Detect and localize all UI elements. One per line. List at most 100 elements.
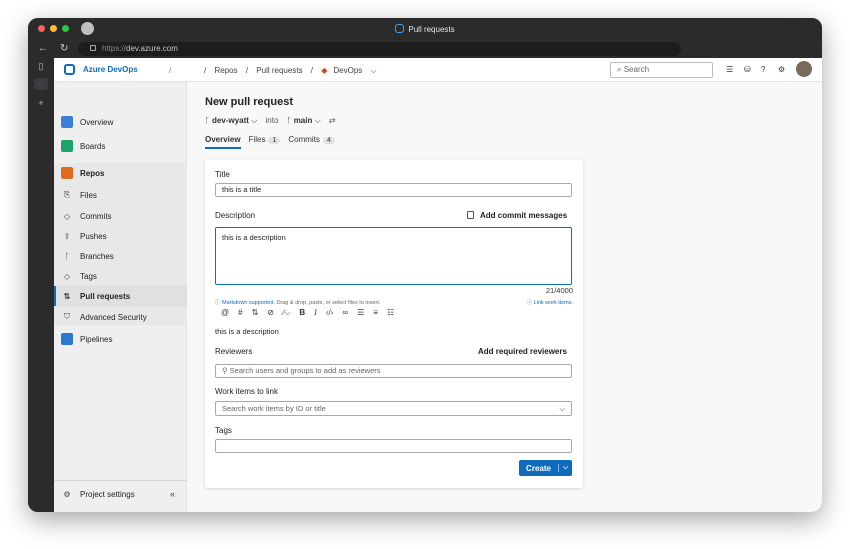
numbered-list-icon[interactable]: ≡ xyxy=(373,308,378,318)
sidebar-item-pull-requests[interactable]: ⇅ Pull requests xyxy=(54,286,187,306)
azure-devops-app: Azure DevOps / / Repos / Pull requests /… xyxy=(54,58,822,512)
breadcrumb-separator: / xyxy=(245,66,249,75)
description-preview: this is a description xyxy=(215,327,279,336)
reviewers-label: Reviewers xyxy=(215,347,253,356)
italic-icon[interactable]: I xyxy=(314,308,317,318)
work-items-select[interactable]: Search work items by ID or title ⌵ xyxy=(215,401,572,416)
highlight-icon[interactable]: ∕⌵ xyxy=(283,308,290,318)
reviewers-search-input[interactable]: ⚲ Search users and groups to add as revi… xyxy=(215,364,572,378)
sidebar-item-pushes[interactable]: ⇪ Pushes xyxy=(54,226,187,246)
org-link[interactable]: Azure DevOps xyxy=(64,64,138,75)
address-row: ← ↻ https://dev.azure.com xyxy=(28,40,822,58)
pr-form-card: Title this is a title Description Add co… xyxy=(205,160,583,488)
markdown-hint: ⓘ Markdown supported. Drag & drop, paste… xyxy=(215,300,381,306)
search-input[interactable]: ⌕ Search xyxy=(610,62,713,78)
checklist-icon[interactable]: ☷ xyxy=(387,308,394,318)
branch-icon: ᚴ xyxy=(286,116,292,125)
pull-request-icon: ⇅ xyxy=(63,291,71,301)
collapse-sidebar-icon[interactable]: « xyxy=(170,489,175,499)
gear-icon: ⚙ xyxy=(63,489,71,499)
swap-branches-icon[interactable]: ⇄ xyxy=(329,116,336,125)
pull-request-link-icon[interactable]: ⇅ xyxy=(252,308,259,318)
repos-group: Repos ⎘ Files ◇ Commits ⇪ Pushes ᚴ Branches … xyxy=(54,163,187,325)
repos-icon xyxy=(61,167,73,179)
link-work-items-link[interactable]: ⓘ Link work items. xyxy=(527,298,573,306)
breadcrumb-separator: / xyxy=(169,66,172,75)
user-avatar[interactable] xyxy=(796,61,812,77)
source-branch-dropdown[interactable]: dev-wyatt xyxy=(212,116,249,125)
breadcrumb-repos[interactable]: Repos xyxy=(214,66,237,75)
new-tab-icon[interactable]: + xyxy=(34,98,48,110)
branches-icon: ᚴ xyxy=(64,251,70,261)
overview-icon xyxy=(61,116,73,128)
sidebar-item-commits[interactable]: ◇ Commits xyxy=(54,206,187,226)
sidebar-item-boards[interactable]: Boards xyxy=(54,136,187,156)
sidebar-item-branches[interactable]: ᚴ Branches xyxy=(54,246,187,266)
browser-window: Pull requests ← ↻ https://dev.azure.com … xyxy=(28,18,822,512)
task-list-icon[interactable]: ☰ xyxy=(726,65,733,74)
pushes-icon: ⇪ xyxy=(63,231,71,241)
sidebar-item-files[interactable]: ⎘ Files xyxy=(54,185,187,205)
title-label: Title xyxy=(215,170,230,179)
sidebar: Overview Boards Repos ⎘ Files ◇ Commits ⇪ P… xyxy=(54,82,187,512)
title-input[interactable]: this is a title xyxy=(215,183,572,197)
sidebar-item-overview[interactable]: Overview xyxy=(54,112,187,132)
breadcrumb-pull-requests[interactable]: Pull requests xyxy=(256,66,302,75)
breadcrumb-separator: / xyxy=(310,66,314,75)
url-bar[interactable]: https://dev.azure.com xyxy=(78,42,681,56)
main-content: New pull request ᚴ dev-wyatt ⌵ into ᚴ ma… xyxy=(188,82,822,512)
mention-icon[interactable]: @ xyxy=(221,308,229,318)
sidebar-item-project-settings[interactable]: ⚙ Project settings xyxy=(54,484,187,504)
pr-tabs: Overview Files 1 Commits 4 xyxy=(205,135,335,149)
help-icon[interactable]: ? xyxy=(761,65,765,74)
commits-icon: ◇ xyxy=(63,211,71,221)
marketplace-icon[interactable]: ⛁ xyxy=(744,65,751,74)
top-bar: Azure DevOps / / Repos / Pull requests /… xyxy=(54,58,822,82)
sidebar-item-advanced-security[interactable]: ⛉ Advanced Security xyxy=(54,307,187,327)
devops-tab-icon[interactable]: ◌ xyxy=(34,78,48,90)
tags-input[interactable] xyxy=(215,439,572,453)
add-required-reviewers-button[interactable]: Add required reviewers xyxy=(478,347,567,356)
chevron-down-icon[interactable]: ⌵ xyxy=(251,116,257,125)
tab-files[interactable]: Files 1 xyxy=(249,135,281,149)
sidebar-item-repos[interactable]: Repos xyxy=(54,163,187,183)
shield-icon: ⛉ xyxy=(64,312,70,321)
markdown-link[interactable]: Markdown supported. xyxy=(222,300,275,306)
description-label: Description xyxy=(215,211,256,220)
boards-icon xyxy=(61,140,73,152)
breadcrumb-repo[interactable]: DevOps xyxy=(333,66,362,75)
add-commit-messages-button[interactable]: Add commit messages xyxy=(467,211,567,220)
repo-icon: ◆ xyxy=(321,66,328,75)
attach-icon[interactable]: ⊘ xyxy=(267,308,274,318)
create-button[interactable]: Create ⌵ xyxy=(519,460,572,476)
description-textarea[interactable]: this is a description xyxy=(215,227,572,285)
back-arrow-icon[interactable]: ← xyxy=(38,43,48,54)
count-badge: 4 xyxy=(322,137,335,144)
reload-icon[interactable]: ↻ xyxy=(60,43,68,54)
browser-side-rail: ▯ ◌ + xyxy=(28,58,54,512)
link-icon[interactable]: ∞ xyxy=(342,308,348,318)
hashtag-icon[interactable]: # xyxy=(238,308,242,318)
title-bar: Pull requests xyxy=(28,18,822,40)
bold-icon[interactable]: B xyxy=(299,308,305,318)
tab-commits[interactable]: Commits 4 xyxy=(288,135,335,149)
bullet-list-icon[interactable]: ☰ xyxy=(357,308,364,318)
target-branch-dropdown[interactable]: main xyxy=(294,116,313,125)
sidebar-toggle-icon[interactable]: ▯ xyxy=(34,61,48,73)
work-items-label: Work items to link xyxy=(215,387,278,396)
tags-icon: ◇ xyxy=(63,271,71,281)
info-icon: ⓘ xyxy=(215,300,223,306)
search-icon: ⌕ xyxy=(617,65,624,74)
chevron-down-icon[interactable]: ⌵ xyxy=(558,464,572,472)
sidebar-item-tags[interactable]: ◇ Tags xyxy=(54,266,187,286)
sidebar-item-pipelines[interactable]: Pipelines xyxy=(54,329,187,349)
user-settings-icon[interactable]: ⚙ xyxy=(778,65,785,74)
breadcrumb: / Repos / Pull requests / ◆ DevOps ⌵ xyxy=(204,66,383,76)
chevron-down-icon: ⌵ xyxy=(559,404,565,413)
code-icon[interactable]: ‹/› xyxy=(326,308,334,318)
tab-overview[interactable]: Overview xyxy=(205,135,241,149)
chevron-down-icon[interactable]: ⌵ xyxy=(315,116,321,125)
character-counter: 21/4000 xyxy=(545,286,573,295)
page-title: New pull request xyxy=(205,96,294,108)
chevron-down-icon[interactable]: ⌵ xyxy=(371,66,377,75)
